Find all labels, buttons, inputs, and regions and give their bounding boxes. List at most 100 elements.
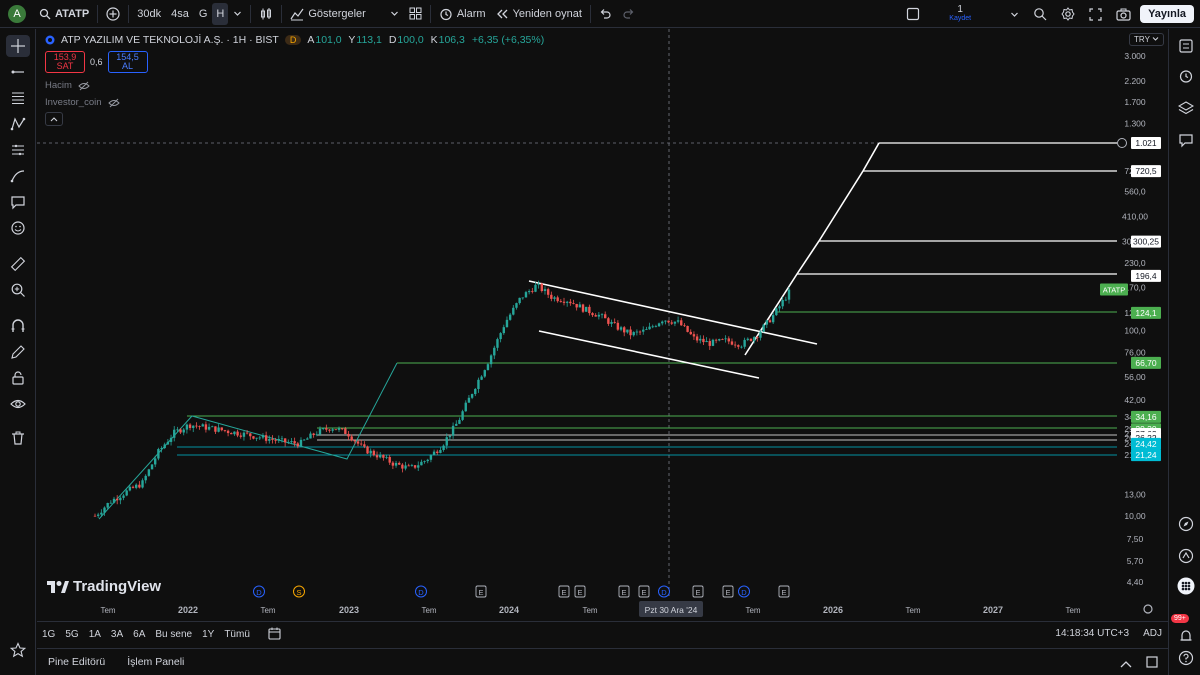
tab-pine-editor[interactable]: Pine Editörü — [37, 656, 116, 668]
alert-button[interactable]: Alarm — [434, 3, 491, 25]
candle-body — [667, 320, 670, 323]
indicators-dropdown[interactable] — [385, 3, 404, 25]
trend-line[interactable] — [98, 362, 398, 520]
watchlist-button[interactable] — [1175, 35, 1197, 57]
forecast-tool[interactable] — [6, 139, 30, 161]
indicator-volume[interactable]: Hacim — [45, 80, 90, 91]
help-button[interactable] — [1175, 647, 1197, 669]
range-ytd[interactable]: Bu sene — [150, 629, 197, 640]
undo-button[interactable] — [594, 3, 617, 25]
collapse-legend-button[interactable] — [45, 112, 63, 126]
apps-button[interactable] — [1175, 575, 1197, 597]
interval-30m[interactable]: 30dk — [132, 3, 166, 25]
right-sidebar: 99+ — [1168, 29, 1200, 675]
save-button[interactable]: 1 Kaydet — [949, 5, 971, 23]
price-tick-label: 4,40 — [1127, 577, 1144, 587]
chart-pane[interactable]: 3.000 2.200 1.700 1.300 720,5 560,0 410,00 300,… — [37, 29, 1168, 621]
panel-maximize-button[interactable] — [1146, 656, 1158, 671]
settings-button[interactable] — [1056, 3, 1080, 25]
price-axis[interactable]: 3.0002.2001.7001.300720,5560,0410,00300,… — [1122, 51, 1148, 587]
range-5d[interactable]: 5G — [60, 629, 83, 640]
text-tool[interactable] — [6, 191, 30, 213]
lock-tool[interactable] — [6, 367, 30, 389]
brush-tool[interactable] — [6, 165, 30, 187]
grid-layout-icon — [409, 7, 422, 20]
chart-type-button[interactable] — [254, 3, 278, 25]
range-1m[interactable]: 1A — [84, 629, 106, 640]
interval-1d[interactable]: G — [194, 3, 213, 25]
high-value: 113,1 — [356, 34, 382, 46]
date-range-button[interactable] — [263, 627, 286, 643]
range-1d[interactable]: 1G — [37, 629, 60, 640]
interval-4h[interactable]: 4sa — [166, 3, 194, 25]
emoji-tool[interactable] — [6, 217, 30, 239]
clock[interactable]: 14:18:34 UTC+3 — [1055, 628, 1129, 639]
delay-badge[interactable]: D — [284, 35, 302, 45]
indicators-label: Göstergeler — [308, 7, 366, 20]
draw-mode-tool[interactable] — [6, 341, 30, 363]
range-3m[interactable]: 3A — [106, 629, 128, 640]
tradingview-mark-icon — [47, 580, 69, 593]
range-6m[interactable]: 6A — [128, 629, 150, 640]
fib-tool[interactable] — [6, 87, 30, 109]
fullscreen-button[interactable] — [1084, 3, 1107, 25]
alerts-panel-button[interactable] — [1175, 65, 1197, 87]
time-axis[interactable]: Tem 2022 Tem 2023 Tem 2024 Tem Pzt 30 Ara '24 Te… — [100, 601, 1153, 617]
buy-button[interactable]: 154,5 AL — [107, 51, 148, 73]
eye-hidden-icon[interactable] — [78, 81, 90, 91]
remove-drawings-tool[interactable] — [6, 427, 30, 449]
candle-body — [689, 331, 692, 335]
ideas-button[interactable] — [1175, 513, 1197, 535]
magnet-tool[interactable] — [6, 315, 30, 337]
interval-1w[interactable]: H — [212, 2, 229, 25]
currency-select[interactable]: TRY — [1129, 33, 1164, 46]
legend-title[interactable]: ATP YAZILIM VE TEKNOLOJİ A.Ş. · 1H · BIS… — [61, 34, 279, 46]
indicators-button[interactable]: Göstergeler — [285, 3, 370, 25]
tab-trading-panel[interactable]: İşlem Paneli — [116, 656, 195, 668]
candle-body — [163, 444, 166, 449]
candle-body — [486, 364, 490, 371]
snapshot-button[interactable] — [1111, 3, 1136, 25]
divider — [128, 4, 130, 23]
topbar-right: 1 Kaydet Yayınla — [901, 0, 1200, 28]
projection-line[interactable] — [744, 142, 880, 356]
chats-button[interactable] — [1175, 129, 1197, 151]
layout-button[interactable] — [404, 3, 427, 25]
adj-toggle[interactable]: ADJ — [1143, 628, 1162, 639]
hide-drawings-tool[interactable] — [6, 393, 30, 415]
pattern-tool[interactable] — [6, 113, 30, 135]
save-dropdown[interactable] — [1005, 3, 1024, 25]
layout-select-button[interactable] — [901, 3, 925, 25]
favorites-tool[interactable] — [6, 639, 30, 661]
calendar-button[interactable] — [1175, 545, 1197, 567]
candle-body — [569, 301, 572, 304]
tradingview-logo[interactable]: TradingView — [47, 578, 161, 595]
range-all[interactable]: Tümü — [219, 629, 255, 640]
price-chart[interactable]: 3.000 2.200 1.700 1.300 720,5 560,0 410,00 300,… — [37, 29, 1168, 621]
candle-body — [581, 304, 585, 312]
range-1y[interactable]: 1Y — [197, 629, 219, 640]
user-avatar[interactable]: A — [8, 4, 26, 23]
panel-collapse-button[interactable] — [1120, 657, 1132, 671]
sell-button[interactable]: 153,9 SAT — [45, 51, 85, 73]
price-label-text: 34,16 — [1135, 412, 1157, 422]
layers-button[interactable] — [1175, 97, 1197, 119]
publish-button[interactable]: Yayınla — [1140, 5, 1194, 23]
open-value: 101,0 — [315, 34, 342, 46]
zoom-tool[interactable] — [6, 279, 30, 301]
eye-hidden-icon[interactable] — [107, 98, 120, 108]
trend-line-tool[interactable] — [6, 61, 30, 83]
notifications-button[interactable] — [1175, 625, 1197, 647]
candle-body — [245, 432, 249, 434]
redo-button[interactable] — [617, 3, 640, 25]
quick-search-button[interactable] — [1028, 3, 1052, 25]
symbol-search[interactable]: ATATP — [34, 3, 94, 25]
crosshair-tool[interactable] — [6, 35, 30, 57]
compare-button[interactable] — [101, 3, 125, 25]
measure-tool[interactable] — [6, 253, 30, 275]
symbol-name: ATATP — [55, 7, 90, 20]
indicator-investor-coin[interactable]: Investor_coin — [45, 97, 120, 108]
replay-button[interactable]: Yeniden oynat — [491, 3, 587, 25]
interval-dropdown[interactable] — [228, 3, 247, 25]
channel-upper[interactable] — [528, 280, 818, 345]
